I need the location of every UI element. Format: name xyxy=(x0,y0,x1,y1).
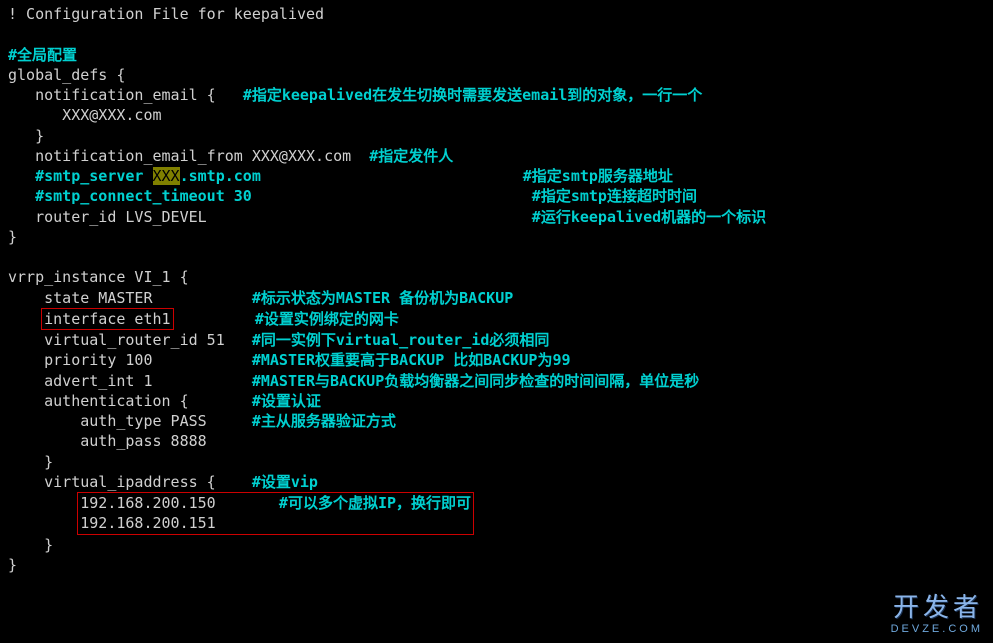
global-defs-open: global_defs { xyxy=(8,66,125,84)
smtp-server-comment: #指定smtp服务器地址 xyxy=(523,167,673,185)
auth-comment: #设置认证 xyxy=(252,392,321,410)
auth-type: auth_type PASS xyxy=(8,412,252,430)
interface: interface eth1 xyxy=(44,310,170,328)
notif-from-comment: #指定发件人 xyxy=(369,147,453,165)
vip1: 192.168.200.150 xyxy=(80,494,215,512)
priority: priority 100 xyxy=(8,351,252,369)
watermark-sub: DEVZE.COM xyxy=(891,623,983,635)
vrouter-comment: #同一实例下virtual_router_id必须相同 xyxy=(252,331,550,349)
notif-from: notification_email_from XXX@XXX.com xyxy=(8,147,369,165)
vrouter: virtual_router_id 51 xyxy=(8,331,252,349)
notif-email-open: notification_email { xyxy=(8,86,243,104)
smtp-server-post: .smtp.com xyxy=(180,167,523,185)
global-comment: #全局配置 xyxy=(8,46,77,64)
state-comment: #标示状态为MASTER 备份机为BACKUP xyxy=(252,289,513,307)
router-id: router_id LVS_DEVEL xyxy=(8,208,532,226)
notif-email-comment: #指定keepalived在发生切换时需要发送email到的对象，一行一个 xyxy=(243,86,703,104)
vip-comment: #设置vip xyxy=(252,473,318,491)
router-id-comment: #运行keepalived机器的一个标识 xyxy=(532,208,766,226)
vrrp-close: } xyxy=(8,556,17,574)
vip-close: } xyxy=(8,536,53,554)
state: state MASTER xyxy=(8,289,252,307)
watermark: 开发者 DEVZE.COM xyxy=(891,594,983,635)
auth-open: authentication { xyxy=(8,392,252,410)
watermark-main: 开发者 xyxy=(891,594,983,620)
advert: advert_int 1 xyxy=(8,372,252,390)
notif-email-addr: XXX@XXX.com xyxy=(8,106,162,124)
vrrp-open: vrrp_instance VI_1 { xyxy=(8,268,189,286)
smtp-server-pre: #smtp_server xyxy=(8,167,153,185)
vip-open: virtual_ipaddress { xyxy=(8,473,252,491)
interface-pad xyxy=(174,310,255,328)
priority-comment: #MASTER权重要高于BACKUP 比如BACKUP为99 xyxy=(252,351,571,369)
vip2: 192.168.200.151 xyxy=(80,514,215,532)
notif-email-close: } xyxy=(8,127,44,145)
header-line: ! Configuration File for keepalived xyxy=(8,5,324,23)
smtp-server-highlight: XXX xyxy=(153,167,180,185)
advert-comment: #MASTER与BACKUP负载均衡器之间同步检查的时间间隔，单位是秒 xyxy=(252,372,699,390)
vip-inner-comment: #可以多个虚拟IP，换行即可 xyxy=(216,494,471,512)
smtp-timeout: #smtp_connect_timeout 30 xyxy=(8,187,532,205)
global-close: } xyxy=(8,228,17,246)
smtp-timeout-comment: #指定smtp连接超时时间 xyxy=(532,187,697,205)
auth-close: } xyxy=(8,453,53,471)
interface-comment: #设置实例绑定的网卡 xyxy=(255,310,399,328)
auth-pass: auth_pass 8888 xyxy=(8,432,207,450)
config-file-content: ! Configuration File for keepalived #全局配… xyxy=(8,4,985,575)
vip-box: 192.168.200.150 #可以多个虚拟IP，换行即可 192.168.2… xyxy=(77,492,474,535)
auth-type-comment: #主从服务器验证方式 xyxy=(252,412,396,430)
